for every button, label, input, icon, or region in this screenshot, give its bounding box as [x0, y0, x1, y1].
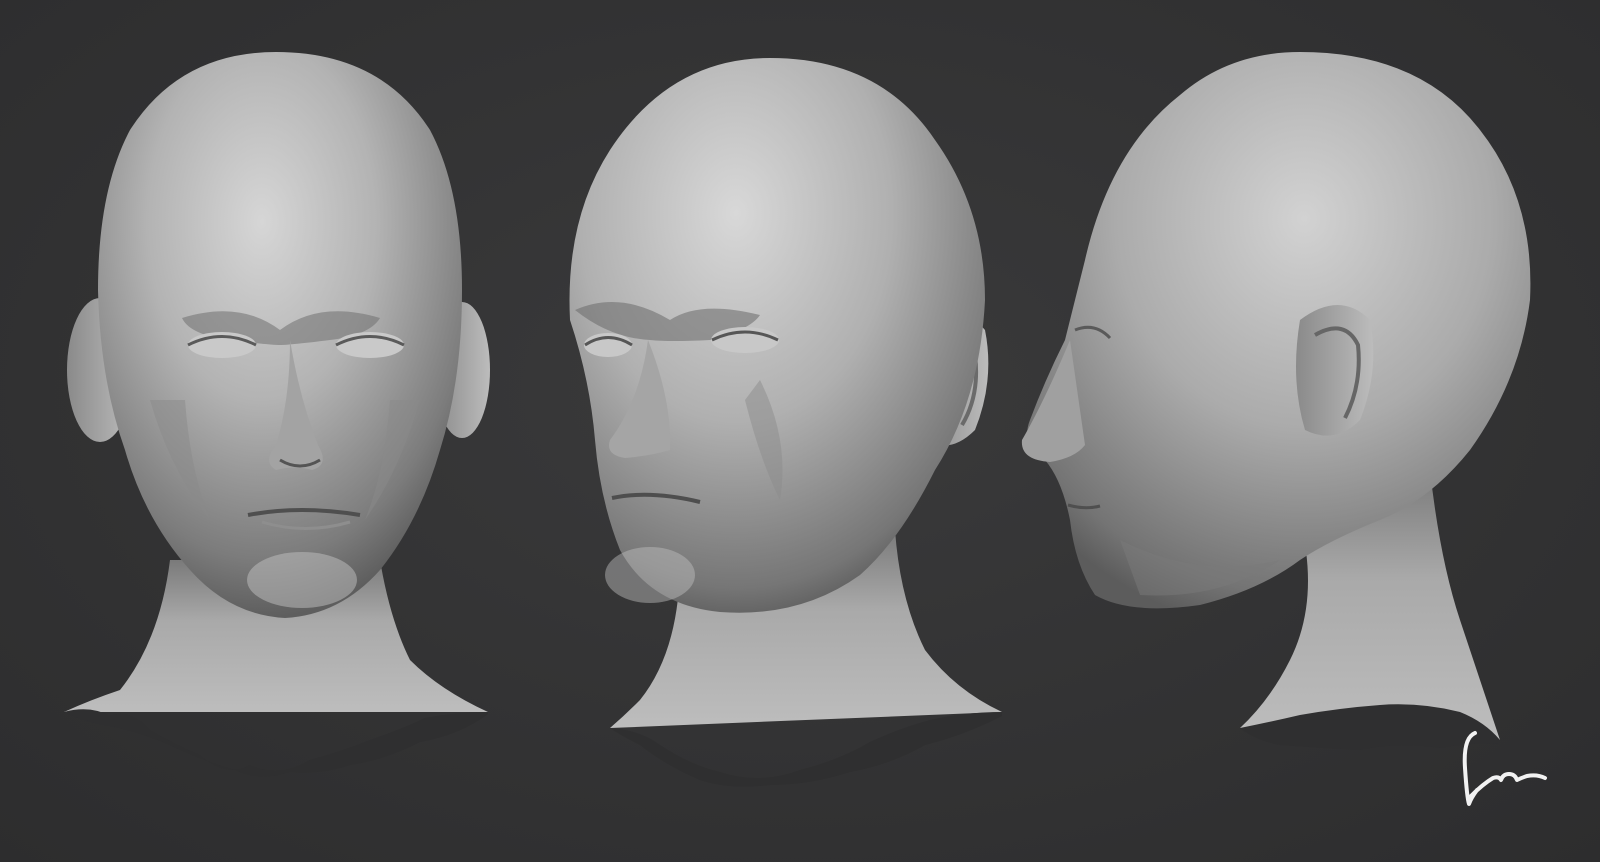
profile-view: [1021, 52, 1531, 750]
three-quarter-view: [569, 58, 1002, 787]
front-view: [64, 52, 490, 777]
sculpt-render: [0, 0, 1600, 862]
sculpt-busts: [64, 52, 1531, 787]
signature: [1462, 731, 1547, 806]
